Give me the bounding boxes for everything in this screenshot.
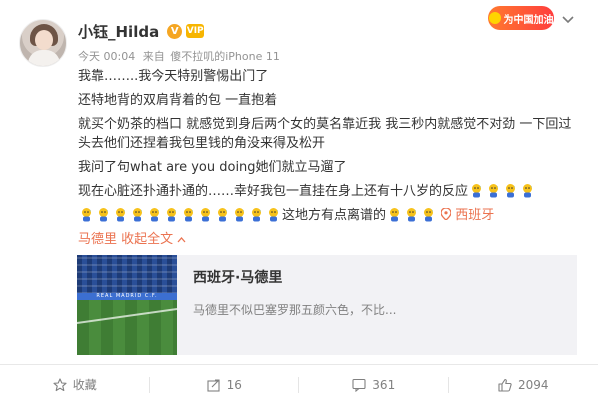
sweat-emoji-icon [133,208,142,222]
post-line-with-emoji: 这地方有点离谱的 西班牙 [78,206,578,225]
post-meta: 今天 00:04 来自 傻不拉叽的iPhone 11 [78,48,284,64]
vip-badge-icon: VIP [186,24,205,38]
sweat-emoji-icon [407,208,417,222]
avatar[interactable] [19,19,67,67]
sweat-emoji-icon [472,184,482,198]
sweat-emoji-icon [252,208,261,222]
location-label: 西班牙 [455,208,495,223]
post-time[interactable]: 今天 00:04 [78,50,135,63]
weibo-post-card: 小钰_Hilda V VIP 今天 00:04 来自 傻不拉叽的iPhone 1… [0,0,598,404]
favorite-button[interactable]: 收藏 [0,365,150,404]
verified-badge-icon: V [167,23,183,39]
post-line-with-emoji: 现在心脏还扑通扑通的……幸好我包一直挂在身上还有十八岁的反应 [78,182,578,201]
emoji-group [78,208,282,223]
link-card-description: 马德里不似巴塞罗那五颜六色，不比... [193,303,397,317]
location-link[interactable]: 西班牙 [440,207,495,223]
emoji-group [468,184,536,199]
sweat-emoji-icon [506,184,516,198]
sweat-emoji-icon [235,208,244,222]
sweat-emoji-icon [489,184,499,198]
sweat-emoji-icon [269,208,278,222]
sweat-emoji-icon [424,208,434,222]
sweat-emoji-icon [82,208,91,222]
post-line: 马德里 收起全文 [78,230,578,249]
thumb-banner: REAL MADRID C.F. [77,293,177,300]
post-line: 我问了句what are you doing她们就立马遛了 [78,160,347,175]
source-prefix: 来自 [142,50,165,63]
link-card-title: 西班牙·马德里 [193,270,283,286]
link-card[interactable]: REAL MADRID C.F. 西班牙·马德里 马德里不似巴塞罗那五颜六色，不… [77,255,577,355]
sweat-emoji-icon [184,208,193,222]
sweat-emoji-icon [218,208,227,222]
sweat-emoji-icon [523,184,533,198]
chevron-down-icon[interactable] [560,12,576,28]
like-button[interactable]: 2094 [449,365,598,404]
collapse-text-button[interactable]: 收起全文 [121,232,173,247]
post-line: 就买个奶茶的档口 就感觉到身后两个女的莫名靠近我 我三秒内就感觉不对劲 一下回过… [78,117,572,151]
sweat-emoji-icon [99,208,108,222]
sweat-emoji-icon [167,208,176,222]
action-bar: 收藏 16 361 2094 [0,365,598,404]
share-button[interactable]: 16 [150,365,299,404]
chevron-up-icon[interactable] [177,236,186,243]
star-icon [53,377,67,391]
post-line: 我靠……..我今天特别警惕出门了 [78,69,269,84]
comment-count: 361 [372,377,396,392]
like-count: 2094 [517,377,549,392]
sweat-emoji-icon [150,208,159,222]
comment-button[interactable]: 361 [299,365,449,404]
post-line-text: 这地方有点离谱的 [282,208,387,223]
stadium-thumbnail: REAL MADRID C.F. [77,255,177,355]
share-icon [207,378,220,392]
promo-label: 为中国加油 [503,14,554,26]
location-pin-icon [440,207,452,221]
post-line: 还特地背的双肩背着的包 一直抱着 [78,93,278,108]
promo-badge[interactable]: 为中国加油 [488,6,554,30]
sweat-emoji-icon [201,208,210,222]
link-card-body: 西班牙·马德里 马德里不似巴塞罗那五颜六色，不比... [177,255,396,355]
sweat-emoji-icon [116,208,125,222]
post-line-text: 现在心脏还扑通扑通的……幸好我包一直挂在身上还有十八岁的反应 [78,184,469,199]
emoji-group [386,208,437,223]
username[interactable]: 小钰_Hilda [78,21,159,42]
share-count: 16 [226,377,242,392]
location-link-2[interactable]: 马德里 [78,232,117,247]
post-text: 我靠……..我今天特别警惕出门了 还特地背的双肩背着的包 一直抱着 就买个奶茶的… [78,67,578,254]
favorite-label: 收藏 [72,378,97,392]
sweat-emoji-icon [390,208,400,222]
post-source[interactable]: 傻不拉叽的iPhone 11 [170,50,280,63]
comment-icon [352,378,366,392]
thumbs-up-icon [498,378,512,392]
flag-icon [488,12,501,24]
post-header: 小钰_Hilda V VIP [78,19,205,43]
